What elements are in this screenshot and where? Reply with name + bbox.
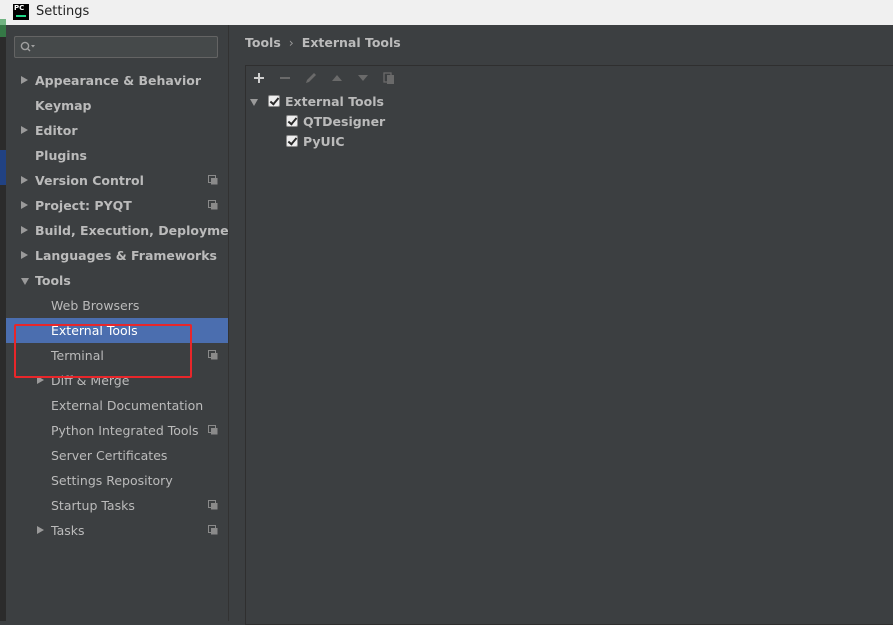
sidebar-item-label: Keymap: [35, 98, 92, 113]
move-up-icon[interactable]: [329, 70, 345, 86]
tool-row[interactable]: PyUIC: [246, 132, 546, 152]
search-icon: [20, 41, 35, 52]
chevron-down-icon[interactable]: [21, 278, 29, 285]
sidebar-item-label: Languages & Frameworks: [35, 248, 217, 263]
project-scope-icon: [208, 200, 218, 210]
sidebar-item-label: Web Browsers: [51, 298, 140, 313]
sidebar-item-label: Editor: [35, 123, 78, 138]
sidebar-item-label: Startup Tasks: [51, 498, 135, 513]
sidebar-item-label: Python Integrated Tools: [51, 423, 199, 438]
sidebar-item-keymap[interactable]: Keymap: [6, 93, 228, 118]
sidebar-item-server-certificates[interactable]: Server Certificates: [6, 443, 228, 468]
project-scope-icon: [208, 175, 218, 185]
sidebar-item-project-pyqt[interactable]: Project: PYQT: [6, 193, 228, 218]
sidebar-item-build-execution-deployment[interactable]: Build, Execution, Deployment: [6, 218, 243, 243]
sidebar-item-external-documentation[interactable]: External Documentation: [6, 393, 228, 418]
chevron-down-icon[interactable]: [250, 99, 258, 106]
chevron-right-icon[interactable]: [21, 76, 28, 84]
sidebar-item-diff-merge[interactable]: Diff & Merge: [6, 368, 228, 393]
sidebar-item-startup-tasks[interactable]: Startup Tasks: [6, 493, 228, 518]
tool-checkbox[interactable]: [286, 135, 298, 147]
tool-row[interactable]: QTDesigner: [246, 112, 546, 132]
search-input[interactable]: [39, 38, 217, 58]
tool-group-checkbox[interactable]: [268, 95, 280, 107]
sidebar-item-external-tools[interactable]: External Tools: [6, 318, 228, 343]
tools-toolbar: [246, 66, 893, 90]
sidebar-item-label: Terminal: [51, 348, 104, 363]
sidebar-item-plugins[interactable]: Plugins: [6, 143, 228, 168]
settings-content: Tools › External Tools External Tools QT…: [229, 25, 893, 625]
sidebar-item-web-browsers[interactable]: Web Browsers: [6, 293, 228, 318]
sidebar-item-settings-repository[interactable]: Settings Repository: [6, 468, 228, 493]
sidebar-item-label: Version Control: [35, 173, 144, 188]
chevron-right-icon[interactable]: [21, 226, 28, 234]
tool-label: PyUIC: [303, 134, 345, 149]
sidebar-item-label: Tasks: [51, 523, 85, 538]
window-title: Settings: [36, 4, 90, 19]
edit-icon[interactable]: [303, 70, 319, 86]
sidebar-item-languages-frameworks[interactable]: Languages & Frameworks: [6, 243, 228, 268]
chevron-right-icon[interactable]: [21, 176, 28, 184]
tool-group-label: External Tools: [285, 94, 384, 109]
sidebar-item-python-integrated-tools[interactable]: Python Integrated Tools: [6, 418, 228, 443]
copy-icon[interactable]: [381, 70, 397, 86]
sidebar-item-label: Diff & Merge: [51, 373, 130, 388]
sidebar-item-label: Plugins: [35, 148, 87, 163]
chevron-right-icon[interactable]: [37, 526, 44, 534]
project-scope-icon: [208, 350, 218, 360]
breadcrumb: Tools › External Tools: [245, 35, 401, 50]
sidebar-item-tools[interactable]: Tools: [6, 268, 228, 293]
breadcrumb-current: External Tools: [301, 35, 401, 50]
project-scope-icon: [208, 525, 218, 535]
tool-group-row[interactable]: External Tools: [246, 92, 546, 112]
plus-icon[interactable]: [251, 70, 267, 86]
external-tools-tree: External Tools QTDesigner PyUIC: [246, 90, 893, 624]
sidebar-item-terminal[interactable]: Terminal: [6, 343, 228, 368]
sidebar-item-label: External Documentation: [51, 398, 204, 413]
sidebar-item-label: Project: PYQT: [35, 198, 132, 213]
sidebar-item-label: Settings Repository: [51, 473, 173, 488]
chevron-right-icon[interactable]: [21, 251, 28, 259]
chevron-right-icon[interactable]: [37, 376, 44, 384]
sidebar-item-appearance-behavior[interactable]: Appearance & Behavior: [6, 68, 228, 93]
external-tools-panel: External Tools QTDesigner PyUIC: [245, 65, 893, 625]
sidebar-item-label: Tools: [35, 273, 71, 288]
settings-sidebar: Appearance & Behavior Keymap Editor Plugins…: [6, 25, 243, 621]
chevron-right-icon[interactable]: [21, 126, 28, 134]
tool-label: QTDesigner: [303, 114, 386, 129]
project-scope-icon: [208, 500, 218, 510]
breadcrumb-separator: ›: [288, 35, 294, 50]
project-scope-icon: [208, 425, 218, 435]
pycharm-logo-icon: PC: [13, 4, 29, 20]
sidebar-item-label: Build, Execution, Deployment: [35, 223, 244, 238]
move-down-icon[interactable]: [355, 70, 371, 86]
search-box[interactable]: [14, 36, 218, 58]
tool-checkbox[interactable]: [286, 115, 298, 127]
sidebar-item-tasks[interactable]: Tasks: [6, 518, 228, 543]
sidebar-item-editor[interactable]: Editor: [6, 118, 228, 143]
sidebar-item-version-control[interactable]: Version Control: [6, 168, 228, 193]
breadcrumb-parent[interactable]: Tools: [245, 35, 281, 50]
sidebar-item-label: External Tools: [51, 323, 138, 338]
chevron-right-icon[interactable]: [21, 201, 28, 209]
minus-icon[interactable]: [277, 70, 293, 86]
title-bar: PC Settings: [0, 0, 893, 26]
sidebar-item-label: Server Certificates: [51, 448, 168, 463]
sidebar-item-label: Appearance & Behavior: [35, 73, 201, 88]
